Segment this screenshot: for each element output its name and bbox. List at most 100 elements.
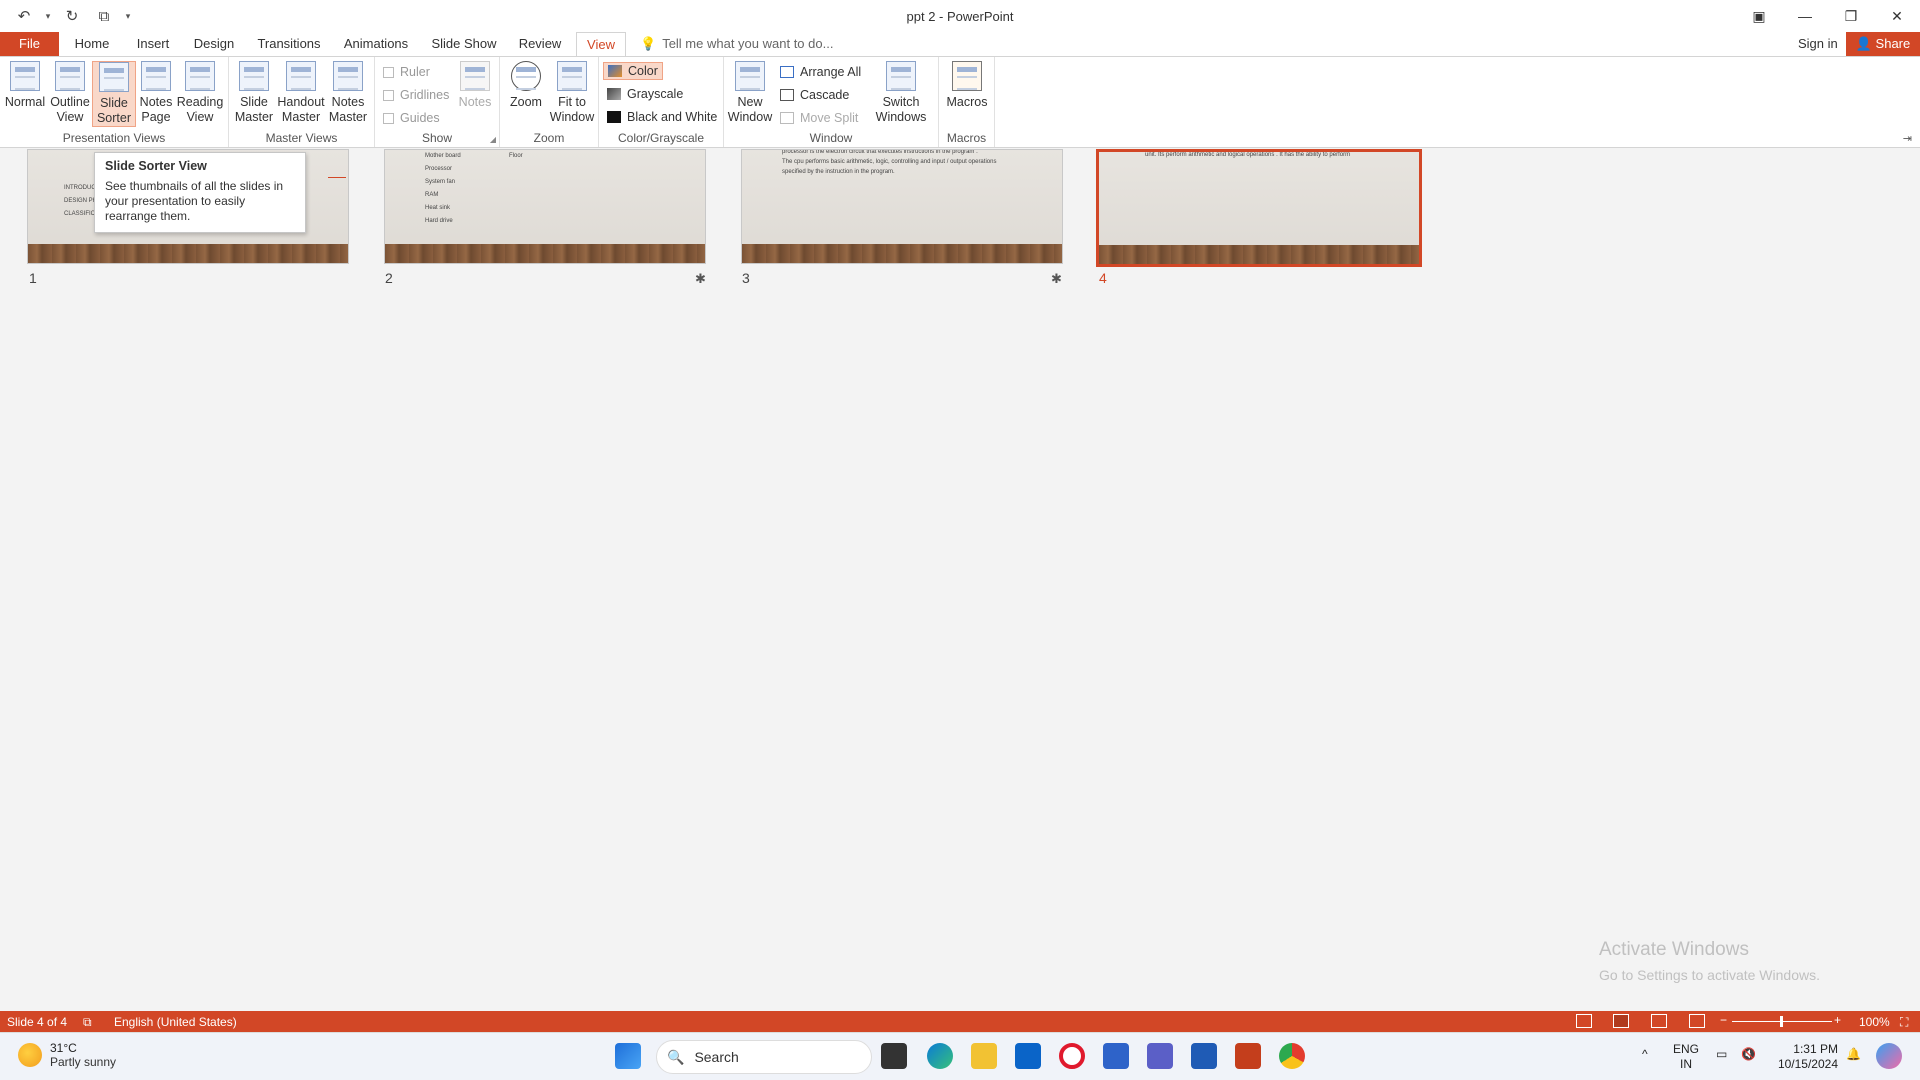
wood-floor-graphic: [742, 244, 1062, 263]
powerpoint-icon[interactable]: [1235, 1043, 1261, 1069]
zoom-out-icon[interactable]: −: [1720, 1013, 1727, 1027]
zoom-in-icon[interactable]: +: [1834, 1013, 1841, 1027]
group-label: Presentation Views: [62, 131, 166, 145]
switch-windows-button[interactable]: Switch Windows: [872, 61, 930, 125]
group-label: Master Views: [265, 131, 338, 145]
tab-transitions[interactable]: Transitions: [255, 32, 323, 56]
zoom-slider-thumb[interactable]: [1780, 1016, 1783, 1027]
speaker-muted-icon[interactable]: 🔇: [1741, 1047, 1756, 1062]
bw-swatch-icon: [607, 111, 621, 123]
outline-view-button[interactable]: Outline View: [48, 61, 92, 125]
group-macros: Macros Macros: [939, 57, 995, 147]
proofing-icon[interactable]: ⧉: [83, 1015, 92, 1030]
handout-master-button[interactable]: Handout Master: [277, 61, 325, 125]
magnifier-icon: [511, 61, 541, 91]
notes-page-button[interactable]: Notes Page: [134, 61, 178, 125]
restore-icon[interactable]: ❐: [1828, 0, 1874, 32]
slide-thumbnail-4[interactable]: unit. Its perform arithmetic and logical…: [1096, 149, 1422, 267]
language-indicator[interactable]: English (United States): [114, 1015, 237, 1029]
slide-text-line: unit. Its perform arithmetic and logical…: [1145, 152, 1351, 158]
word-icon[interactable]: [1191, 1043, 1217, 1069]
new-window-icon: [735, 61, 765, 91]
taskbar-search[interactable]: 🔍 Search: [656, 1040, 872, 1074]
zoom-button[interactable]: Zoom: [504, 61, 548, 110]
opera-icon[interactable]: [1059, 1043, 1085, 1069]
slide-thumbnail-2[interactable]: Mother board Processor System fan RAM He…: [384, 149, 706, 264]
grayscale-button[interactable]: Grayscale: [607, 87, 683, 101]
group-show: Ruler Gridlines Guides Notes ◢ Show: [375, 57, 500, 147]
slide-indicator[interactable]: Slide 4 of 4: [7, 1015, 67, 1029]
move-split-icon: [780, 112, 794, 124]
color-button[interactable]: Color: [603, 62, 663, 80]
transition-star-icon[interactable]: ✱: [1051, 271, 1062, 287]
weather-widget[interactable]: 31°C Partly sunny: [18, 1041, 116, 1069]
window-title: ppt 2 - PowerPoint: [906, 9, 1014, 24]
notes-icon: [460, 61, 490, 91]
slide-thumbnail-3[interactable]: processor is the electron circuit that e…: [741, 149, 1063, 264]
new-window-button[interactable]: New Window: [728, 61, 772, 125]
gridlines-checkbox[interactable]: Gridlines: [383, 88, 449, 102]
tab-home[interactable]: Home: [70, 32, 114, 56]
language-indicator[interactable]: ENG IN: [1673, 1042, 1699, 1072]
reading-view-status-icon[interactable]: [1651, 1014, 1667, 1028]
copilot-icon[interactable]: [1876, 1043, 1902, 1069]
store-icon[interactable]: [1103, 1043, 1129, 1069]
tab-view[interactable]: View: [576, 32, 626, 57]
notification-bell-icon[interactable]: 🔔: [1846, 1047, 1861, 1062]
tab-slide-show[interactable]: Slide Show: [430, 32, 498, 56]
slide-sorter-status-icon[interactable]: [1613, 1014, 1629, 1028]
macros-icon: [952, 61, 982, 91]
checkbox-box: [383, 66, 394, 78]
tab-review[interactable]: Review: [517, 32, 563, 56]
macros-button[interactable]: Macros: [945, 61, 989, 110]
windows-start-icon[interactable]: [615, 1043, 641, 1069]
slide-show-status-icon[interactable]: [1689, 1014, 1705, 1028]
wood-floor-graphic: [28, 244, 348, 263]
person-icon: 👤: [1855, 36, 1872, 51]
slide-sorter-tooltip: Slide Sorter View See thumbnails of all …: [94, 152, 306, 233]
chrome-icon[interactable]: [1279, 1043, 1305, 1069]
cascade-button[interactable]: Cascade: [780, 88, 849, 102]
share-button[interactable]: 👤 Share: [1846, 32, 1920, 56]
normal-view-icon: [10, 61, 40, 91]
normal-view-button[interactable]: Normal: [3, 61, 47, 110]
outlook-icon[interactable]: [1015, 1043, 1041, 1069]
close-icon[interactable]: ✕: [1874, 0, 1920, 32]
reading-view-button[interactable]: Reading View: [177, 61, 223, 125]
tell-me-box[interactable]: 💡 Tell me what you want to do...: [640, 32, 833, 56]
guides-checkbox[interactable]: Guides: [383, 111, 440, 125]
tab-animations[interactable]: Animations: [342, 32, 410, 56]
ruler-checkbox[interactable]: Ruler: [383, 65, 430, 79]
normal-view-status-icon[interactable]: [1576, 1014, 1592, 1028]
minimize-icon[interactable]: —: [1782, 0, 1828, 32]
slide-text-line: Processor: [425, 166, 453, 172]
group-label: Show: [421, 131, 453, 145]
tab-file[interactable]: File: [0, 32, 59, 56]
fit-to-window-button[interactable]: Fit to Window: [550, 61, 594, 125]
slide-number-4: 4: [1099, 270, 1107, 286]
slide-master-button[interactable]: Slide Master: [232, 61, 276, 125]
tray-overflow-icon[interactable]: ^: [1642, 1047, 1648, 1062]
move-split-button[interactable]: Move Split: [780, 111, 858, 125]
pin-ribbon-icon[interactable]: ⇥: [1903, 132, 1912, 145]
fit-slide-icon[interactable]: ⛶: [1900, 1015, 1908, 1030]
file-explorer-icon[interactable]: [971, 1043, 997, 1069]
transition-star-icon[interactable]: ✱: [695, 271, 706, 287]
task-view-icon[interactable]: [881, 1043, 907, 1069]
edge-browser-icon[interactable]: [927, 1043, 953, 1069]
ribbon-display-icon[interactable]: ▣: [1736, 0, 1782, 32]
zoom-level[interactable]: 100%: [1859, 1015, 1890, 1029]
checkbox-box: [383, 112, 394, 124]
tab-design[interactable]: Design: [191, 32, 237, 56]
notes-button[interactable]: Notes: [453, 61, 497, 110]
activate-title: Activate Windows: [1599, 939, 1749, 960]
slide-sorter-button[interactable]: Slide Sorter: [92, 61, 136, 127]
network-icon[interactable]: ▭: [1716, 1047, 1727, 1062]
sign-in-link[interactable]: Sign in: [1798, 32, 1838, 56]
black-and-white-button[interactable]: Black and White: [607, 110, 717, 124]
arrange-all-button[interactable]: Arrange All: [780, 65, 861, 79]
notes-master-button[interactable]: Notes Master: [326, 61, 370, 125]
clock[interactable]: 1:31 PM 10/15/2024: [1766, 1042, 1838, 1072]
tab-insert[interactable]: Insert: [133, 32, 173, 56]
teams-icon[interactable]: [1147, 1043, 1173, 1069]
